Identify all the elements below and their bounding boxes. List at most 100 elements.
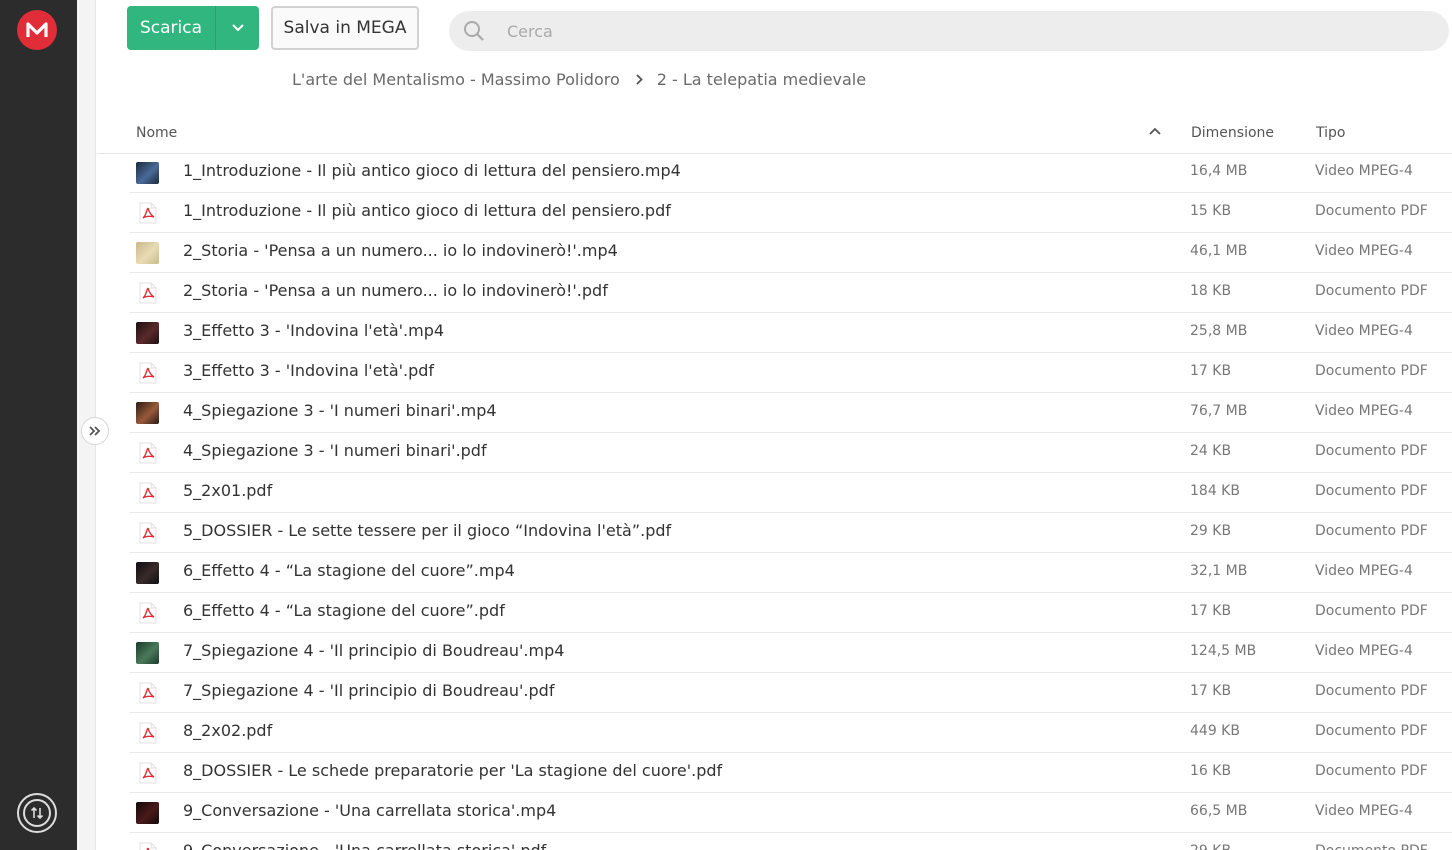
table-row[interactable]: 9_Conversazione - 'Una carrellata storic…: [130, 833, 1452, 850]
file-name: 7_Spiegazione 4 - 'Il principio di Boudr…: [183, 681, 555, 700]
file-type: Video MPEG-4: [1315, 563, 1413, 579]
file-type: Documento PDF: [1315, 843, 1428, 850]
transfers-button[interactable]: [17, 793, 57, 833]
table-row[interactable]: 5_2x01.pdf 184 KB Documento PDF: [130, 473, 1452, 513]
video-thumbnail-icon: [136, 402, 159, 424]
breadcrumb-item-current[interactable]: 2 - La telepatia medievale: [657, 70, 866, 89]
file-name: 1_Introduzione - Il più antico gioco di …: [183, 161, 681, 180]
table-row[interactable]: 8_2x02.pdf 449 KB Documento PDF: [130, 713, 1452, 753]
file-name: 9_Conversazione - 'Una carrellata storic…: [183, 801, 557, 820]
table-row[interactable]: 6_Effetto 4 - “La stagione del cuore”.pd…: [130, 593, 1452, 633]
file-type: Documento PDF: [1315, 603, 1428, 619]
table-row[interactable]: 2_Storia - 'Pensa a un numero... io lo i…: [130, 273, 1452, 313]
pdf-icon: [136, 602, 159, 624]
expand-sidebar-button[interactable]: [81, 417, 109, 445]
mega-logo-icon[interactable]: [17, 10, 57, 50]
pdf-icon: [136, 762, 159, 784]
file-size: 449 KB: [1190, 723, 1240, 739]
table-row[interactable]: 7_Spiegazione 4 - 'Il principio di Boudr…: [130, 633, 1452, 673]
search-input[interactable]: Cerca: [449, 11, 1449, 51]
file-name: 6_Effetto 4 - “La stagione del cuore”.mp…: [183, 561, 515, 580]
video-thumbnail-icon: [136, 322, 159, 344]
save-to-mega-button[interactable]: Salva in MEGA: [271, 6, 419, 50]
file-size: 16 KB: [1190, 763, 1232, 779]
file-type: Video MPEG-4: [1315, 803, 1413, 819]
video-thumbnail-icon: [136, 242, 159, 264]
file-size: 25,8 MB: [1190, 323, 1248, 339]
table-row[interactable]: 4_Spiegazione 3 - 'I numeri binari'.mp4 7…: [130, 393, 1452, 433]
column-header-size[interactable]: Dimensione: [1191, 125, 1274, 141]
file-size: 76,7 MB: [1190, 403, 1248, 419]
download-button-label[interactable]: Scarica: [127, 6, 215, 50]
video-thumbnail-icon: [136, 162, 159, 184]
file-size: 17 KB: [1190, 683, 1232, 699]
video-thumbnail-icon: [136, 802, 159, 824]
table-row[interactable]: 4_Spiegazione 3 - 'I numeri binari'.pdf 2…: [130, 433, 1452, 473]
table-row[interactable]: 3_Effetto 3 - 'Indovina l'età'.mp4 25,8 M…: [130, 313, 1452, 353]
left-sidebar: [0, 0, 77, 850]
file-type: Documento PDF: [1315, 683, 1428, 699]
pdf-icon: [136, 362, 159, 384]
column-header-name[interactable]: Nome: [136, 125, 177, 141]
table-row[interactable]: 9_Conversazione - 'Una carrellata storic…: [130, 793, 1452, 833]
download-button[interactable]: Scarica: [127, 6, 259, 50]
double-chevron-right-icon: [89, 426, 101, 436]
file-list: 1_Introduzione - Il più antico gioco di …: [130, 153, 1452, 850]
file-name: 2_Storia - 'Pensa a un numero... io lo i…: [183, 241, 618, 260]
pdf-icon: [136, 682, 159, 704]
table-row[interactable]: 3_Effetto 3 - 'Indovina l'età'.pdf 17 KB D…: [130, 353, 1452, 393]
file-size: 124,5 MB: [1190, 643, 1257, 659]
video-thumbnail-icon: [136, 642, 159, 664]
file-type: Video MPEG-4: [1315, 643, 1413, 659]
table-row[interactable]: 1_Introduzione - Il più antico gioco di …: [130, 193, 1452, 233]
sort-ascending-icon[interactable]: [1149, 127, 1161, 135]
file-type: Video MPEG-4: [1315, 243, 1413, 259]
download-options-dropdown[interactable]: [215, 6, 259, 50]
file-size: 184 KB: [1190, 483, 1240, 499]
table-row[interactable]: 8_DOSSIER - Le schede preparatorie per '…: [130, 753, 1452, 793]
file-size: 16,4 MB: [1190, 163, 1248, 179]
pdf-icon: [136, 522, 159, 544]
file-size: 17 KB: [1190, 603, 1232, 619]
table-row[interactable]: 6_Effetto 4 - “La stagione del cuore”.mp…: [130, 553, 1452, 593]
file-size: 15 KB: [1190, 203, 1232, 219]
file-name: 8_2x02.pdf: [183, 721, 273, 740]
table-row[interactable]: 2_Storia - 'Pensa a un numero... io lo i…: [130, 233, 1452, 273]
file-type: Documento PDF: [1315, 203, 1428, 219]
file-name: 3_Effetto 3 - 'Indovina l'età'.mp4: [183, 321, 445, 340]
table-header: Nome Dimensione Tipo: [97, 114, 1452, 154]
file-size: 29 KB: [1190, 523, 1232, 539]
main-panel: Scarica Salva in MEGA Cerca L'arte del M…: [97, 0, 1452, 850]
file-type: Documento PDF: [1315, 523, 1428, 539]
file-type: Documento PDF: [1315, 483, 1428, 499]
table-row[interactable]: 1_Introduzione - Il più antico gioco di …: [130, 153, 1452, 193]
pdf-icon: [136, 722, 159, 744]
breadcrumb-item-parent[interactable]: L'arte del Mentalismo - Massimo Polidoro: [292, 70, 620, 89]
file-size: 32,1 MB: [1190, 563, 1248, 579]
file-name: 1_Introduzione - Il più antico gioco di …: [183, 201, 671, 220]
file-name: 6_Effetto 4 - “La stagione del cuore”.pd…: [183, 601, 505, 620]
search-icon: [464, 21, 484, 41]
file-size: 29 KB: [1190, 843, 1231, 850]
file-size: 24 KB: [1190, 443, 1232, 459]
table-row[interactable]: 7_Spiegazione 4 - 'Il principio di Boudr…: [130, 673, 1452, 713]
chevron-right-icon: [636, 74, 643, 85]
file-name: 2_Storia - 'Pensa a un numero... io lo i…: [183, 281, 608, 300]
pdf-icon: [136, 442, 159, 464]
table-row[interactable]: 5_DOSSIER - Le sette tessere per il gioc…: [130, 513, 1452, 553]
column-header-type[interactable]: Tipo: [1316, 125, 1345, 141]
file-size: 17 KB: [1190, 363, 1232, 379]
file-name: 4_Spiegazione 3 - 'I numeri binari'.pdf: [183, 441, 487, 460]
file-name: 5_2x01.pdf: [183, 481, 273, 500]
file-type: Video MPEG-4: [1315, 323, 1413, 339]
chevron-down-icon: [231, 24, 244, 32]
transfers-icon: [23, 799, 51, 827]
file-name: 5_DOSSIER - Le sette tessere per il gioc…: [183, 521, 672, 540]
pdf-icon: [136, 282, 159, 304]
pdf-icon: [136, 202, 159, 224]
file-name: 3_Effetto 3 - 'Indovina l'età'.pdf: [183, 361, 435, 380]
pdf-icon: [136, 482, 159, 504]
file-type: Documento PDF: [1315, 443, 1428, 459]
file-type: Documento PDF: [1315, 763, 1428, 779]
file-name: 9_Conversazione - 'Una carrellata storic…: [183, 841, 546, 850]
